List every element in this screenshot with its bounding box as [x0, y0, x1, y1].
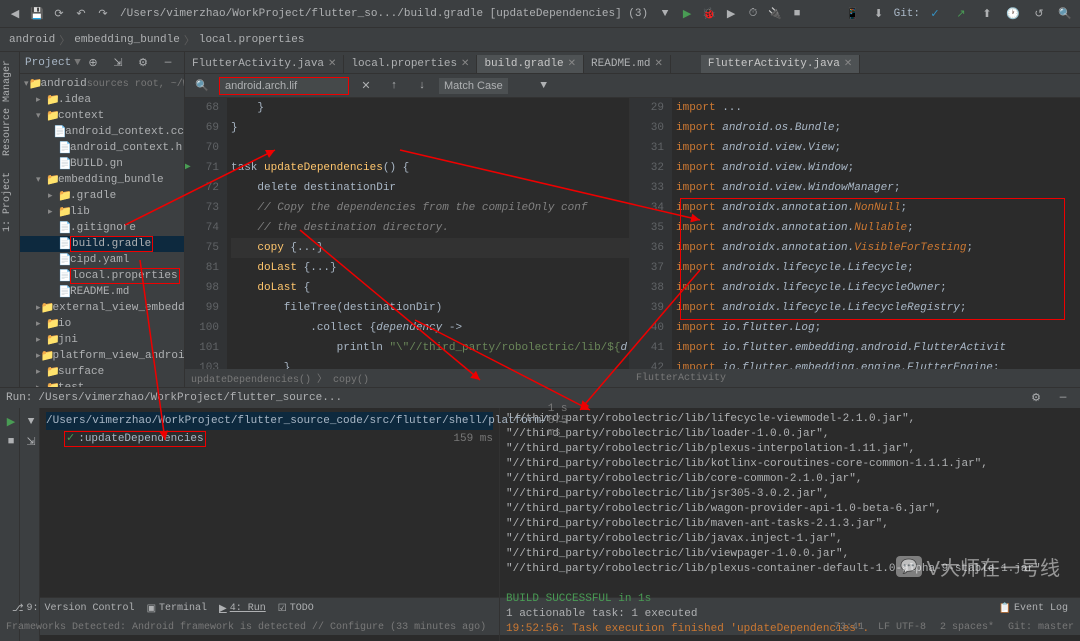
sdk-icon[interactable]: ⬇ — [869, 4, 889, 24]
undo-icon[interactable]: ↶ — [71, 4, 91, 24]
find-input[interactable] — [219, 77, 349, 95]
stop-icon[interactable]: ■ — [1, 432, 21, 452]
rerun-icon[interactable]: ▶ — [1, 412, 21, 432]
tree-item[interactable]: ▸📁platform_view_android_deleg — [20, 348, 184, 364]
next-match-icon[interactable]: ↓ — [412, 76, 432, 96]
tree-item[interactable]: 📄android_context.h — [20, 140, 184, 156]
tree-item[interactable]: ▸📁test — [20, 380, 184, 387]
stop-icon[interactable]: ■ — [787, 4, 807, 24]
dropdown-icon[interactable]: ▼ — [655, 4, 675, 24]
close-icon[interactable]: ✕ — [844, 58, 852, 70]
tree-item[interactable]: ▸📁.idea — [20, 92, 184, 108]
editor-area: FlutterActivity.java✕local.properties✕bu… — [185, 52, 1080, 387]
gradle-editor[interactable]: 686970▶7172737475819899100101103104 }}ta… — [185, 98, 630, 369]
tree-item[interactable]: ▾📁android sources root, ~/WorkP — [20, 76, 184, 92]
tree-item[interactable]: ▸📁io — [20, 316, 184, 332]
tree-item[interactable]: ▸📁external_view_embedder — [20, 300, 184, 316]
gear-icon[interactable]: ⚙ — [133, 53, 153, 73]
tree-item[interactable]: ▸📁lib — [20, 204, 184, 220]
coverage-icon[interactable]: ▶ — [721, 4, 741, 24]
project-tab[interactable]: 1: Project — [0, 164, 15, 240]
tree-item[interactable]: 📄local.properties — [20, 268, 184, 284]
match-case-button[interactable]: Match Case — [439, 78, 508, 94]
project-header: Project ▼ ⊕ ⇲ ⚙ — — [20, 52, 184, 74]
close-icon[interactable]: ✕ — [568, 58, 576, 70]
close-icon[interactable]: ✕ — [461, 58, 469, 70]
close-icon[interactable]: ✕ — [654, 58, 662, 70]
save-icon[interactable]: 💾 — [27, 4, 47, 24]
breadcrumb-item[interactable]: embedding_bundle — [71, 34, 183, 46]
git-label: Git: — [894, 8, 920, 20]
tree-item[interactable]: 📄cipd.yaml — [20, 252, 184, 268]
navigation-bar: android 〉 embedding_bundle 〉 local.prope… — [0, 28, 1080, 52]
target-icon[interactable]: ⊕ — [83, 53, 103, 73]
debug-icon[interactable]: 🐞 — [699, 4, 719, 24]
profile-icon[interactable]: ⏱ — [743, 4, 763, 24]
tree-item[interactable]: 📄BUILD.gn — [20, 156, 184, 172]
tree-item[interactable]: ▸📁jni — [20, 332, 184, 348]
editor-tab[interactable]: README.md✕ — [584, 55, 671, 73]
project-tool-window: Project ▼ ⊕ ⇲ ⚙ — ▾📁android sources root… — [20, 52, 185, 387]
vcs-rollback-icon[interactable]: ↺ — [1029, 4, 1049, 24]
attach-icon[interactable]: 🔌 — [765, 4, 785, 24]
expand-icon[interactable]: ⇲ — [21, 432, 41, 452]
tree-item[interactable]: ▾📁embedding_bundle — [20, 172, 184, 188]
vcs-update-icon[interactable]: ✓ — [925, 4, 945, 24]
prev-match-icon[interactable]: ↑ — [384, 76, 404, 96]
avd-icon[interactable]: 📱 — [843, 4, 863, 24]
hide-icon[interactable]: — — [158, 53, 178, 73]
tree-item[interactable]: 📄README.md — [20, 284, 184, 300]
find-bar: 🔍 ✕ ↑ ↓ Match Case ▼ — [185, 74, 1080, 98]
tree-item[interactable]: 📄.gitignore — [20, 220, 184, 236]
tree-item[interactable]: 📄build.gradle — [20, 236, 184, 252]
close-icon[interactable]: ✕ — [356, 76, 376, 96]
editor-breadcrumb: updateDependencies() 〉 copy() FlutterAct… — [185, 369, 1080, 387]
editor-tab[interactable]: FlutterActivity.java✕ — [185, 55, 344, 73]
watermark: 💬V大师在一号线 — [896, 552, 1060, 581]
run-header: Run: /Users/vimerzhao/WorkProject/flutte… — [0, 388, 1080, 408]
vcs-push-icon[interactable]: ⬆ — [977, 4, 997, 24]
event-log-tab[interactable]: 📋Event Log — [993, 603, 1074, 615]
collapse-icon[interactable]: ▼ — [21, 412, 41, 432]
editor-tab[interactable]: local.properties✕ — [344, 55, 477, 73]
vcs-commit-icon[interactable]: ↗ — [951, 4, 971, 24]
filter-icon[interactable]: ▼ — [534, 76, 554, 96]
run-task-tree[interactable]: /Users/vimerzhao/WorkProject/flutter_sou… — [40, 408, 500, 641]
editor-tab[interactable]: build.gradle✕ — [477, 55, 584, 73]
tree-item[interactable]: 📄android_context.cc — [20, 124, 184, 140]
redo-icon[interactable]: ↷ — [93, 4, 113, 24]
editor-tabs: FlutterActivity.java✕local.properties✕bu… — [185, 52, 1080, 74]
left-arrow-icon[interactable]: ◀ — [5, 4, 25, 24]
breadcrumb-item[interactable]: android — [6, 34, 58, 46]
project-title: Project — [25, 57, 71, 69]
java-editor[interactable]: 29303132333435363738394041424344 import … — [630, 98, 1080, 369]
editor-tab[interactable]: FlutterActivity.java✕ — [701, 55, 860, 73]
project-tree[interactable]: ▾📁android sources root, ~/WorkP▸📁.idea▾📁… — [20, 74, 184, 387]
refresh-icon[interactable]: ⟳ — [49, 4, 69, 24]
close-icon[interactable]: ✕ — [328, 58, 336, 70]
hide-icon[interactable]: — — [1053, 388, 1073, 408]
vcs-history-icon[interactable]: 🕐 — [1003, 4, 1023, 24]
tree-item[interactable]: ▸📁.gradle — [20, 188, 184, 204]
resource-manager-tab[interactable]: Resource Manager — [0, 52, 15, 164]
expand-icon[interactable]: ⇲ — [108, 53, 128, 73]
search-icon[interactable]: 🔍 — [192, 76, 212, 96]
tree-item[interactable]: ▸📁surface — [20, 364, 184, 380]
left-tool-rail: Resource Manager 1: Project — [0, 52, 20, 387]
run-icon[interactable]: ▶ — [677, 4, 697, 24]
tree-item[interactable]: ▾📁context — [20, 108, 184, 124]
gear-icon[interactable]: ⚙ — [1026, 388, 1046, 408]
search-icon[interactable]: 🔍 — [1055, 4, 1075, 24]
main-toolbar: ◀ 💾 ⟳ ↶ ↷ /Users/vimerzhao/WorkProject/f… — [0, 0, 1080, 28]
breadcrumb-item[interactable]: local.properties — [196, 34, 308, 46]
window-path: /Users/vimerzhao/WorkProject/flutter_so.… — [114, 8, 654, 20]
